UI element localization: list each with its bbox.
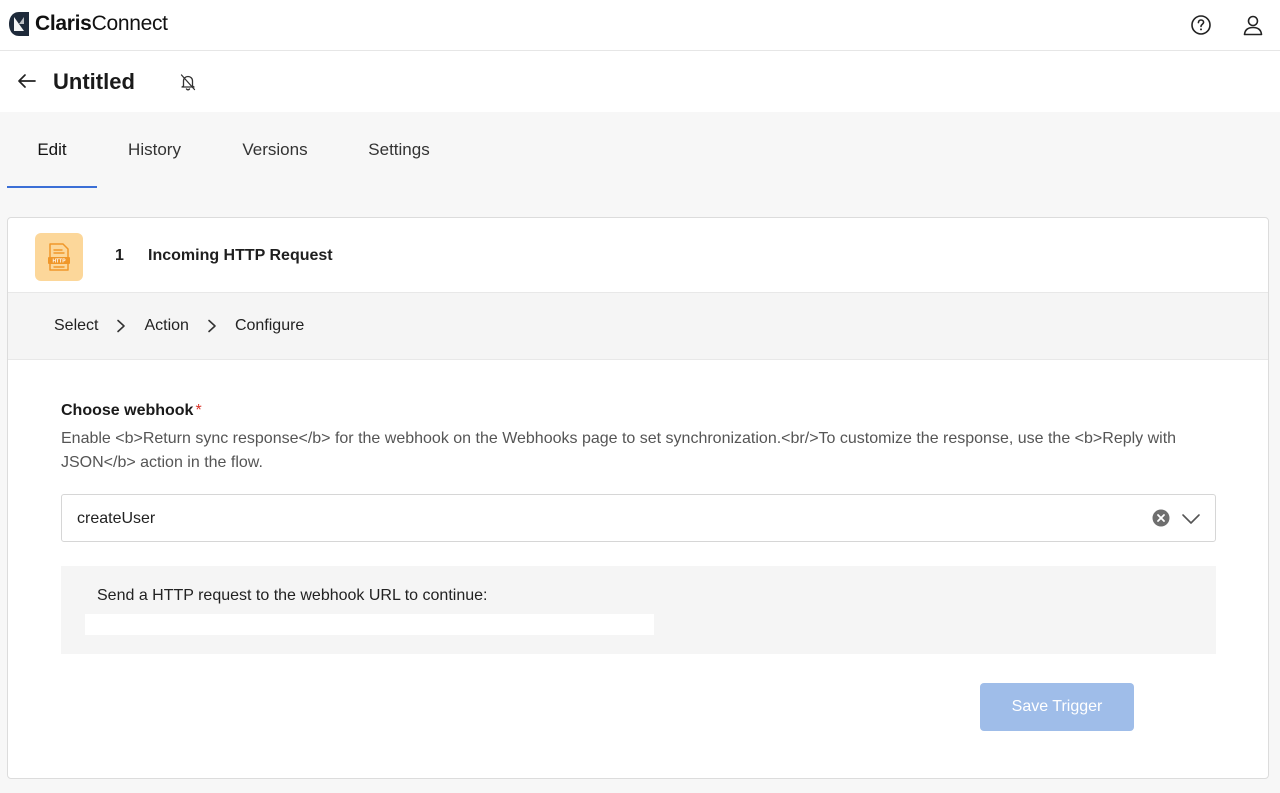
- tab-history[interactable]: History: [97, 112, 212, 188]
- breadcrumb-select[interactable]: Select: [54, 317, 98, 335]
- svg-text:HTTP: HTTP: [52, 259, 66, 265]
- help-circle-icon[interactable]: [1188, 12, 1214, 38]
- clear-circle-icon[interactable]: [1152, 509, 1170, 527]
- webhook-label: Choose webhook *: [61, 402, 202, 419]
- tab-versions[interactable]: Versions: [212, 112, 338, 188]
- tab-bar: Edit History Versions Settings: [7, 112, 460, 188]
- tab-edit[interactable]: Edit: [7, 112, 97, 188]
- claris-logo-icon: [9, 12, 29, 36]
- breadcrumb-configure[interactable]: Configure: [235, 317, 304, 335]
- arrow-left-icon[interactable]: [14, 68, 40, 94]
- trigger-step-card: HTTP 1 Incoming HTTP Request Select Acti…: [7, 217, 1269, 779]
- page-title[interactable]: Untitled: [53, 69, 135, 95]
- step-title: Incoming HTTP Request: [148, 247, 333, 264]
- breadcrumb-action[interactable]: Action: [144, 317, 188, 335]
- bell-off-icon[interactable]: [176, 70, 200, 94]
- required-mark: *: [195, 402, 202, 419]
- webhook-info-panel: Send a HTTP request to the webhook URL t…: [61, 566, 1216, 654]
- chevron-right-icon: [115, 319, 127, 333]
- chevron-down-icon[interactable]: [1181, 509, 1201, 529]
- webhook-select-value: createUser: [77, 510, 156, 527]
- step-number: 1: [115, 247, 124, 264]
- webhook-info-text: Send a HTTP request to the webhook URL t…: [97, 587, 488, 604]
- webhook-help-text: Enable <b>Return sync response</b> for t…: [61, 430, 1177, 471]
- http-document-icon: HTTP: [35, 233, 83, 281]
- top-bar: ClarisConnect: [0, 0, 1280, 51]
- webhook-url-field[interactable]: [85, 614, 654, 635]
- brand[interactable]: ClarisConnect: [8, 11, 168, 37]
- chevron-right-icon: [206, 319, 218, 333]
- webhook-select[interactable]: createUser: [61, 494, 1216, 542]
- save-trigger-button[interactable]: Save Trigger: [980, 683, 1134, 731]
- tab-settings[interactable]: Settings: [338, 112, 460, 188]
- user-icon[interactable]: [1240, 12, 1266, 38]
- title-bar: Untitled: [0, 51, 1280, 112]
- breadcrumb: Select Action Configure: [8, 293, 1268, 360]
- brand-name: ClarisConnect: [35, 12, 168, 35]
- step-header[interactable]: HTTP 1 Incoming HTTP Request: [8, 218, 1268, 293]
